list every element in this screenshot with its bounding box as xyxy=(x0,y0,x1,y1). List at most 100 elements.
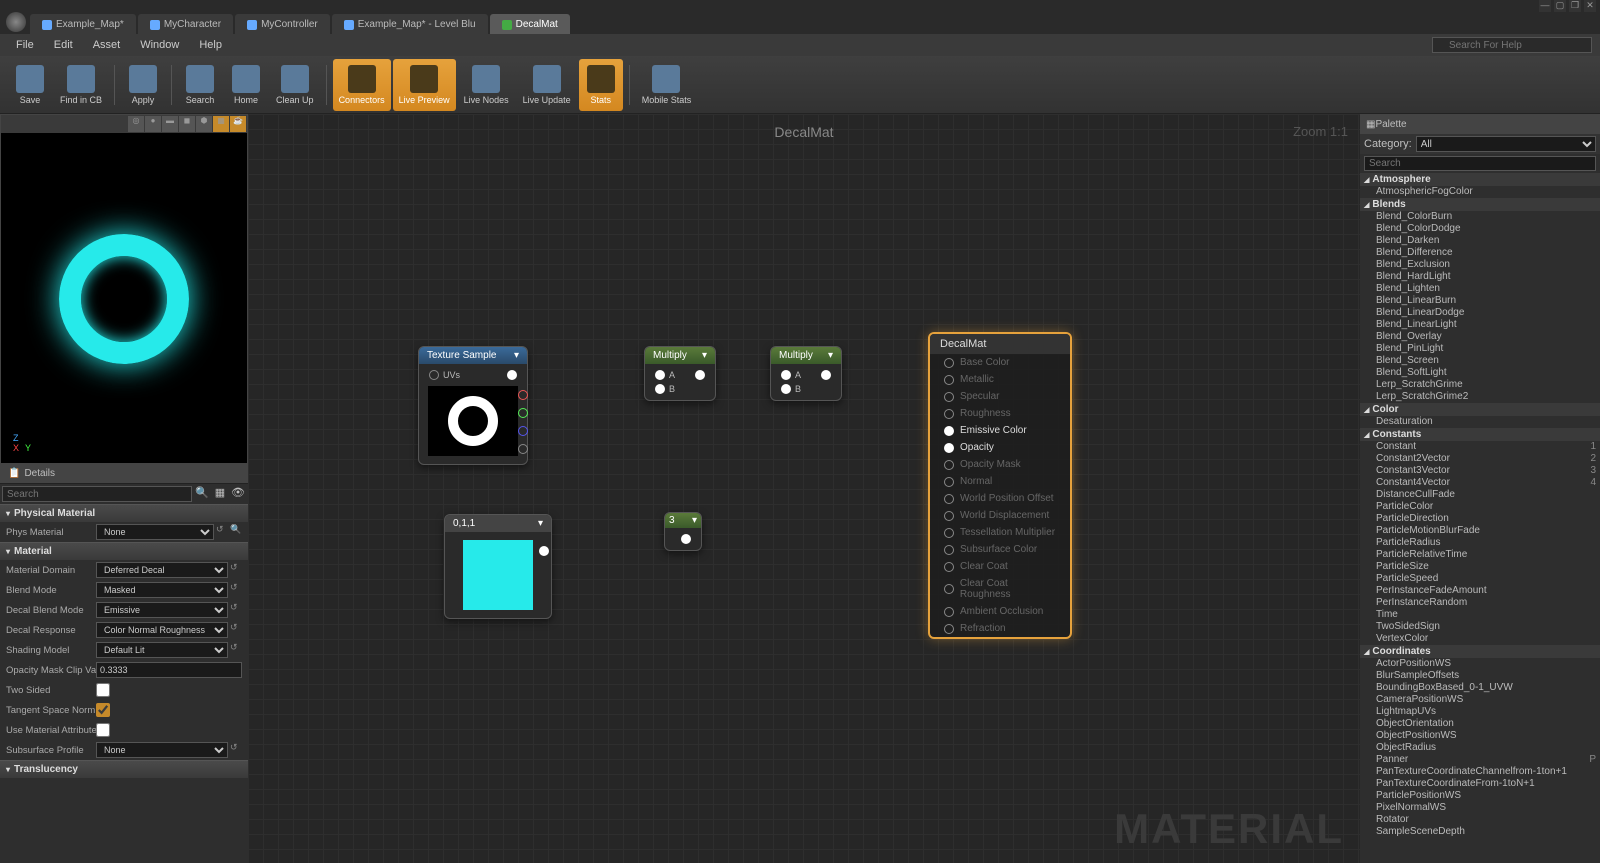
palette-item[interactable]: Constant3Vector3 xyxy=(1360,465,1600,477)
palette-item[interactable]: Rotator xyxy=(1360,814,1600,826)
chevron-down-icon[interactable]: ▾ xyxy=(514,350,519,361)
minimize-icon[interactable]: — xyxy=(1539,0,1551,12)
browse-icon[interactable]: 🔍 xyxy=(230,524,242,536)
details-search-input[interactable] xyxy=(2,486,192,502)
toolbar-live-preview[interactable]: Live Preview xyxy=(393,59,456,111)
palette-item[interactable]: LightmapUVs xyxy=(1360,706,1600,718)
palette-item[interactable]: ActorPositionWS xyxy=(1360,658,1600,670)
pin-icon[interactable] xyxy=(944,460,954,470)
category-select[interactable]: All xyxy=(1416,136,1596,152)
tab-decalmat[interactable]: DecalMat xyxy=(490,14,570,34)
pin-out-g[interactable] xyxy=(518,408,528,418)
pin-icon[interactable] xyxy=(944,511,954,521)
palette-item[interactable]: BoundingBoxBased_0-1_UVW xyxy=(1360,682,1600,694)
toolbar-save[interactable]: Save xyxy=(8,59,52,111)
reset-icon[interactable]: ↺ xyxy=(230,562,242,574)
palette-item[interactable]: Blend_ColorDodge xyxy=(1360,223,1600,235)
palette-item[interactable]: PixelNormalWS xyxy=(1360,802,1600,814)
result-pin-roughness[interactable]: Roughness xyxy=(930,405,1070,422)
prop-select[interactable]: Emissive xyxy=(96,602,228,618)
palette-item[interactable]: ParticleMotionBlurFade xyxy=(1360,525,1600,537)
palette-item[interactable]: ParticlePositionWS xyxy=(1360,790,1600,802)
node-texture-sample[interactable]: Texture Sample▾ UVs xyxy=(418,346,528,465)
chevron-down-icon[interactable]: ▾ xyxy=(538,518,543,529)
toolbar-home[interactable]: Home xyxy=(224,59,268,111)
palette-section-constants[interactable]: Constants xyxy=(1360,428,1600,441)
result-pin-tessellation-multiplier[interactable]: Tessellation Multiplier xyxy=(930,524,1070,541)
menu-file[interactable]: File xyxy=(6,36,44,54)
pin-out-b[interactable] xyxy=(518,426,528,436)
palette-item[interactable]: ParticleRelativeTime xyxy=(1360,549,1600,561)
reset-icon[interactable]: ↺ xyxy=(230,742,242,754)
pin-icon[interactable] xyxy=(944,477,954,487)
menu-asset[interactable]: Asset xyxy=(83,36,131,54)
menu-help[interactable]: Help xyxy=(189,36,232,54)
preview-cylinder-icon[interactable]: ◎ xyxy=(128,116,144,132)
pin-out[interactable] xyxy=(539,546,549,556)
palette-item[interactable]: TwoSidedSign xyxy=(1360,621,1600,633)
toolbar-clean-up[interactable]: Clean Up xyxy=(270,59,320,111)
pin-a[interactable] xyxy=(655,370,665,380)
maximize-icon[interactable]: ▢ xyxy=(1554,0,1566,12)
palette-item[interactable]: Constant2Vector2 xyxy=(1360,453,1600,465)
result-pin-base-color[interactable]: Base Color xyxy=(930,354,1070,371)
toolbar-live-update[interactable]: Live Update xyxy=(517,59,577,111)
result-pin-opacity[interactable]: Opacity xyxy=(930,439,1070,456)
section-material[interactable]: Material xyxy=(0,542,248,560)
pin-icon[interactable] xyxy=(944,392,954,402)
prop-input[interactable] xyxy=(96,662,242,678)
pin-icon[interactable] xyxy=(944,624,954,634)
palette-item[interactable]: SampleSceneDepth xyxy=(1360,826,1600,838)
palette-item[interactable]: ParticleSize xyxy=(1360,561,1600,573)
palette-section-atmosphere[interactable]: Atmosphere xyxy=(1360,173,1600,186)
graph-area[interactable]: DecalMat Zoom 1:1 MATERIAL Texture Sampl… xyxy=(248,114,1360,863)
restore-icon[interactable]: ❐ xyxy=(1569,0,1581,12)
result-pin-normal[interactable]: Normal xyxy=(930,473,1070,490)
toolbar-connectors[interactable]: Connectors xyxy=(333,59,391,111)
palette-item[interactable]: ParticleDirection xyxy=(1360,513,1600,525)
pin-out-rgb[interactable] xyxy=(507,370,517,380)
palette-item[interactable]: Constant4Vector4 xyxy=(1360,477,1600,489)
preview-cube-icon[interactable]: ◼ xyxy=(179,116,195,132)
prop-select[interactable]: Default Lit xyxy=(96,642,228,658)
palette-item[interactable]: Blend_ColorBurn xyxy=(1360,211,1600,223)
palette-item[interactable]: Time xyxy=(1360,609,1600,621)
palette-item[interactable]: BlurSampleOffsets xyxy=(1360,670,1600,682)
result-pin-specular[interactable]: Specular xyxy=(930,388,1070,405)
palette-item[interactable]: ObjectPositionWS xyxy=(1360,730,1600,742)
pin-out-a[interactable] xyxy=(518,444,528,454)
toolbar-live-nodes[interactable]: Live Nodes xyxy=(458,59,515,111)
section-physical-material[interactable]: Physical Material xyxy=(0,504,248,522)
palette-item[interactable]: Blend_Darken xyxy=(1360,235,1600,247)
pin-icon[interactable] xyxy=(944,358,954,368)
palette-item[interactable]: Blend_LinearLight xyxy=(1360,319,1600,331)
result-pin-metallic[interactable]: Metallic xyxy=(930,371,1070,388)
node-multiply-2[interactable]: Multiply▾ A B xyxy=(770,346,842,401)
palette-item[interactable]: DistanceCullFade xyxy=(1360,489,1600,501)
search-icon[interactable]: 🔍 xyxy=(194,486,210,502)
tab-mycontroller[interactable]: MyController xyxy=(235,14,330,34)
preview-mesh-icon[interactable]: ⬢ xyxy=(196,116,212,132)
toolbar-search[interactable]: Search xyxy=(178,59,222,111)
palette-section-blends[interactable]: Blends xyxy=(1360,198,1600,211)
prop-select[interactable]: None xyxy=(96,742,228,758)
palette-item[interactable]: PannerP xyxy=(1360,754,1600,766)
palette-search-input[interactable] xyxy=(1364,156,1596,171)
palette-item[interactable]: PanTextureCoordinateChannelfrom-1ton+1 xyxy=(1360,766,1600,778)
result-pin-world-position-offset[interactable]: World Position Offset xyxy=(930,490,1070,507)
tab-level-blueprint[interactable]: Example_Map* - Level Blu xyxy=(332,14,488,34)
toolbar-find-in-cb[interactable]: Find in CB xyxy=(54,59,108,111)
material-preview[interactable]: ◎ ● ▬ ◼ ⬢ ▦ ☕ ZXY xyxy=(0,114,248,464)
chevron-down-icon[interactable]: ▾ xyxy=(702,350,707,361)
eye-icon[interactable]: 👁 xyxy=(230,486,246,502)
phys-material-select[interactable]: None xyxy=(96,524,214,540)
pin-b[interactable] xyxy=(781,384,791,394)
pin-icon[interactable] xyxy=(944,607,954,617)
palette-item[interactable]: Constant1 xyxy=(1360,441,1600,453)
pin-icon[interactable] xyxy=(944,426,954,436)
pin-icon[interactable] xyxy=(944,584,954,594)
palette-item[interactable]: PerInstanceFadeAmount xyxy=(1360,585,1600,597)
details-tab[interactable]: 📋 Details xyxy=(0,464,248,484)
result-pin-world-displacement[interactable]: World Displacement xyxy=(930,507,1070,524)
prop-select[interactable]: Color Normal Roughness xyxy=(96,622,228,638)
